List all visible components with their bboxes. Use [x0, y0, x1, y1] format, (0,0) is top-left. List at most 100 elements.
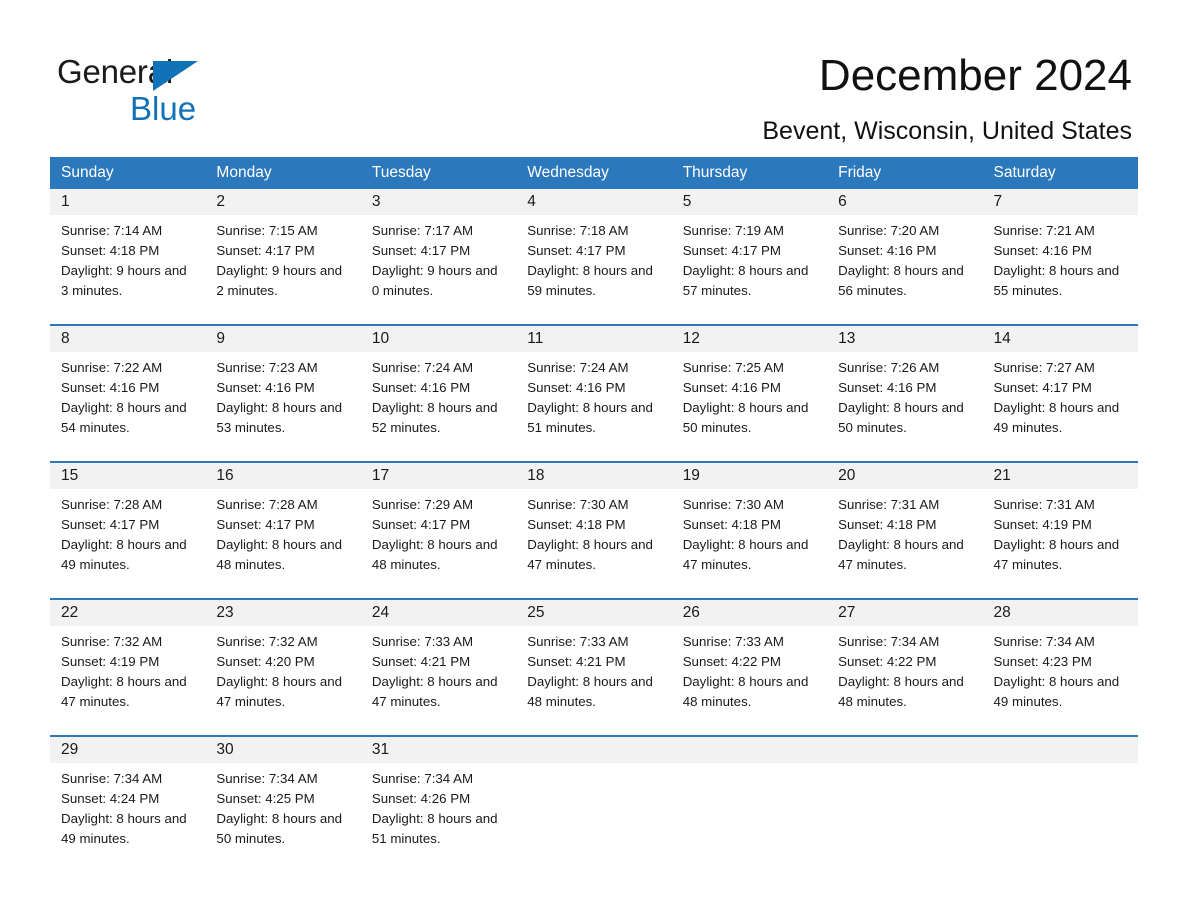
sunrise-text: Sunrise: 7:19 AM	[682, 223, 784, 238]
day-details: Sunrise: 7:21 AM Sunset: 4:16 PM Daylight:…	[983, 215, 1138, 301]
calendar-day-cell[interactable]: 20 Sunrise: 7:31 AM Sunset: 4:18 PM Dayligh…	[827, 463, 983, 585]
calendar-day-cell[interactable]: 14 Sunrise: 7:27 AM Sunset: 4:17 PM Dayligh…	[982, 326, 1138, 448]
day-number: 10	[371, 330, 390, 347]
sunset-text: Sunset: 4:17 PM	[527, 243, 626, 258]
day-details: Sunrise: 7:33 AM Sunset: 4:22 PM Daylight:…	[672, 626, 827, 712]
sunset-text: Sunset: 4:22 PM	[682, 654, 781, 669]
calendar-day-cell[interactable]: 29 Sunrise: 7:34 AM Sunset: 4:24 PM Dayligh…	[50, 737, 206, 859]
day-details: Sunrise: 7:27 AM Sunset: 4:17 PM Daylight:…	[983, 352, 1138, 438]
calendar-day-cell[interactable]: 27 Sunrise: 7:34 AM Sunset: 4:22 PM Dayligh…	[827, 600, 983, 722]
day-number: 7	[993, 193, 1003, 210]
calendar-day-cell[interactable]: 31 Sunrise: 7:34 AM Sunset: 4:26 PM Dayligh…	[360, 737, 517, 859]
sunrise-text: Sunrise: 7:34 AM	[838, 634, 940, 649]
calendar-day-cell[interactable]: 18 Sunrise: 7:30 AM Sunset: 4:18 PM Dayligh…	[516, 463, 672, 585]
daylight-text: Daylight: 9 hours and 0 minutes.	[371, 263, 498, 298]
calendar-day-cell[interactable]: 8 Sunrise: 7:22 AM Sunset: 4:16 PM Daylight…	[50, 326, 206, 448]
calendar-day-cell[interactable]: 19 Sunrise: 7:30 AM Sunset: 4:18 PM Dayligh…	[671, 463, 828, 585]
sunset-text: Sunset: 4:17 PM	[61, 517, 160, 532]
calendar-day-cell[interactable]: 26 Sunrise: 7:33 AM Sunset: 4:22 PM Dayligh…	[671, 600, 828, 722]
day-number: 5	[682, 193, 692, 210]
day-number-bar: 14	[982, 326, 1138, 352]
daylight-text: Daylight: 8 hours and 57 minutes.	[682, 263, 809, 298]
daylight-text: Daylight: 8 hours and 49 minutes.	[993, 400, 1120, 435]
daylight-text: Daylight: 8 hours and 49 minutes.	[993, 674, 1120, 709]
calendar-day-cell[interactable]: 3 Sunrise: 7:17 AM Sunset: 4:17 PM Daylight…	[360, 189, 517, 311]
calendar-day-cell[interactable]: 25 Sunrise: 7:33 AM Sunset: 4:21 PM Dayligh…	[516, 600, 672, 722]
day-details: Sunrise: 7:31 AM Sunset: 4:18 PM Daylight:…	[827, 489, 982, 575]
calendar-day-cell[interactable]: 15 Sunrise: 7:28 AM Sunset: 4:17 PM Dayligh…	[50, 463, 206, 585]
calendar-day-cell[interactable]: 12 Sunrise: 7:25 AM Sunset: 4:16 PM Dayligh…	[671, 326, 828, 448]
calendar-week-row: 29 Sunrise: 7:34 AM Sunset: 4:24 PM Dayligh…	[50, 735, 1138, 859]
daylight-text: Daylight: 8 hours and 49 minutes.	[61, 811, 187, 846]
day-details: Sunrise: 7:30 AM Sunset: 4:18 PM Daylight:…	[672, 489, 827, 575]
day-details: Sunrise: 7:18 AM Sunset: 4:17 PM Daylight:…	[516, 215, 671, 301]
calendar-day-cell[interactable]: 17 Sunrise: 7:29 AM Sunset: 4:17 PM Dayligh…	[360, 463, 517, 585]
day-number: 28	[993, 604, 1011, 621]
sunset-text: Sunset: 4:17 PM	[993, 380, 1092, 395]
sunrise-text: Sunrise: 7:31 AM	[993, 497, 1095, 512]
day-number-bar: 11	[516, 326, 672, 352]
sunset-text: Sunset: 4:16 PM	[838, 243, 937, 258]
sunrise-text: Sunrise: 7:34 AM	[216, 771, 318, 786]
day-number-bar: 3	[360, 189, 517, 215]
sunset-text: Sunset: 4:16 PM	[61, 380, 160, 395]
day-details: Sunrise: 7:14 AM Sunset: 4:18 PM Daylight:…	[50, 215, 205, 301]
calendar-day-cell[interactable]: 23 Sunrise: 7:32 AM Sunset: 4:20 PM Dayligh…	[205, 600, 361, 722]
calendar-day-cell[interactable]: 30 Sunrise: 7:34 AM Sunset: 4:25 PM Dayligh…	[205, 737, 361, 859]
daylight-text: Daylight: 8 hours and 51 minutes.	[371, 811, 498, 846]
sunset-text: Sunset: 4:17 PM	[371, 243, 471, 258]
sunrise-text: Sunrise: 7:21 AM	[993, 223, 1095, 238]
calendar-empty-cell	[827, 737, 983, 859]
calendar-day-cell[interactable]: 28 Sunrise: 7:34 AM Sunset: 4:23 PM Dayligh…	[982, 600, 1138, 722]
day-number: 6	[838, 193, 847, 210]
day-number-bar: 26	[671, 600, 828, 626]
day-number: 18	[527, 467, 545, 484]
day-number: 27	[838, 604, 856, 621]
daylight-text: Daylight: 8 hours and 47 minutes.	[838, 537, 964, 572]
calendar-day-cell[interactable]: 10 Sunrise: 7:24 AM Sunset: 4:16 PM Dayligh…	[360, 326, 517, 448]
calendar-day-cell[interactable]: 1 Sunrise: 7:14 AM Sunset: 4:18 PM Daylight…	[50, 189, 206, 311]
sunset-text: Sunset: 4:17 PM	[216, 517, 315, 532]
page-header: General Blue December 2024 Bevent, Wisco…	[0, 0, 1188, 148]
calendar-day-cell[interactable]: 7 Sunrise: 7:21 AM Sunset: 4:16 PM Daylight…	[982, 189, 1138, 311]
day-number-bar: 22	[50, 600, 206, 626]
daylight-text: Daylight: 8 hours and 48 minutes.	[682, 674, 809, 709]
day-number-bar: 27	[827, 600, 983, 626]
calendar-day-cell[interactable]: 11 Sunrise: 7:24 AM Sunset: 4:16 PM Dayligh…	[516, 326, 672, 448]
calendar-day-cell[interactable]: 22 Sunrise: 7:32 AM Sunset: 4:19 PM Dayligh…	[50, 600, 206, 722]
day-number-bar: 9	[205, 326, 361, 352]
calendar-day-cell[interactable]: 16 Sunrise: 7:28 AM Sunset: 4:17 PM Dayligh…	[205, 463, 361, 585]
sunrise-text: Sunrise: 7:17 AM	[371, 223, 474, 238]
day-number-bar: 10	[360, 326, 517, 352]
daylight-text: Daylight: 8 hours and 51 minutes.	[527, 400, 653, 435]
sunset-text: Sunset: 4:25 PM	[216, 791, 315, 806]
weekday-header-saturday: Saturday	[993, 164, 1056, 181]
sunrise-text: Sunrise: 7:31 AM	[838, 497, 940, 512]
calendar-day-cell[interactable]: 4 Sunrise: 7:18 AM Sunset: 4:17 PM Daylight…	[516, 189, 672, 311]
daylight-text: Daylight: 8 hours and 47 minutes.	[993, 537, 1120, 572]
calendar-day-cell[interactable]: 24 Sunrise: 7:33 AM Sunset: 4:21 PM Dayligh…	[360, 600, 517, 722]
sunset-text: Sunset: 4:26 PM	[371, 791, 471, 806]
day-number-bar: 19	[671, 463, 828, 489]
logo-triangle-icon	[153, 61, 198, 91]
sunrise-text: Sunrise: 7:32 AM	[216, 634, 318, 649]
day-number-bar: 6	[827, 189, 983, 215]
sunrise-text: Sunrise: 7:23 AM	[216, 360, 318, 375]
sunrise-text: Sunrise: 7:27 AM	[993, 360, 1095, 375]
sunset-text: Sunset: 4:22 PM	[838, 654, 937, 669]
calendar-page: General Blue December 2024 Bevent, Wisco…	[0, 0, 1188, 918]
calendar-day-cell[interactable]: 21 Sunrise: 7:31 AM Sunset: 4:19 PM Dayligh…	[982, 463, 1138, 585]
calendar-day-cell[interactable]: 6 Sunrise: 7:20 AM Sunset: 4:16 PM Daylight…	[827, 189, 983, 311]
daylight-text: Daylight: 8 hours and 52 minutes.	[371, 400, 498, 435]
daylight-text: Daylight: 8 hours and 48 minutes.	[838, 674, 964, 709]
sunrise-text: Sunrise: 7:34 AM	[371, 771, 474, 786]
calendar-day-cell[interactable]: 2 Sunrise: 7:15 AM Sunset: 4:17 PM Daylight…	[205, 189, 361, 311]
empty-day-bar	[982, 737, 1138, 763]
calendar-day-cell[interactable]: 5 Sunrise: 7:19 AM Sunset: 4:17 PM Daylight…	[671, 189, 828, 311]
daylight-text: Daylight: 8 hours and 48 minutes.	[527, 674, 653, 709]
calendar-day-cell[interactable]: 9 Sunrise: 7:23 AM Sunset: 4:16 PM Daylight…	[205, 326, 361, 448]
calendar-day-cell[interactable]: 13 Sunrise: 7:26 AM Sunset: 4:16 PM Dayligh…	[827, 326, 983, 448]
generalblue-logo: General Blue	[57, 52, 317, 130]
day-details: Sunrise: 7:34 AM Sunset: 4:26 PM Daylight:…	[361, 763, 516, 849]
sunset-text: Sunset: 4:18 PM	[527, 517, 626, 532]
